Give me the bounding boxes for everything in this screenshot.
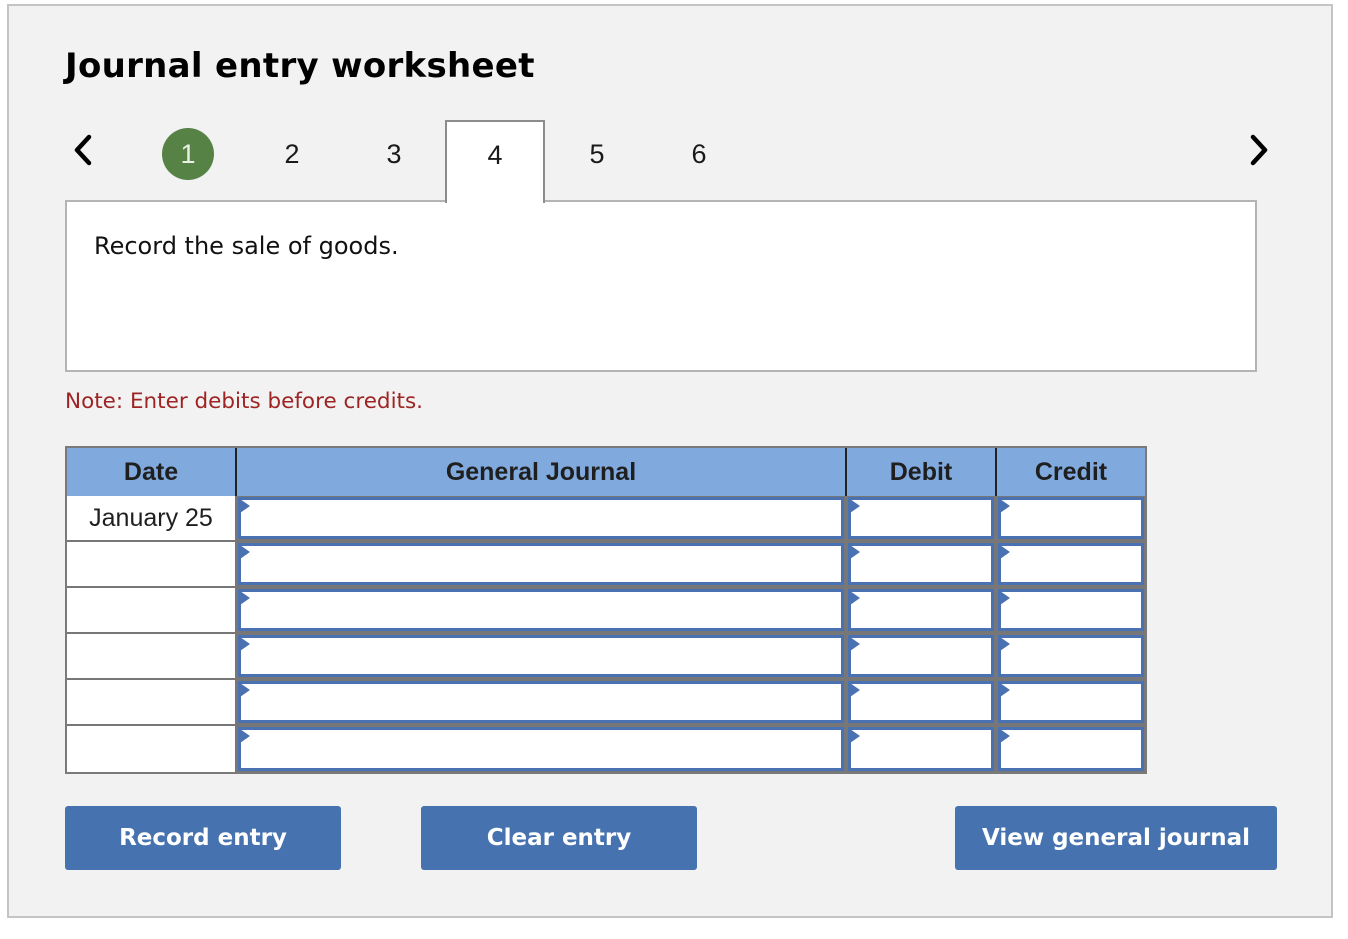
- account-select[interactable]: [238, 681, 844, 723]
- prompt-text: Record the sale of goods.: [94, 232, 399, 260]
- journal-row: [67, 542, 1145, 588]
- credit-input[interactable]: [998, 543, 1144, 585]
- column-header-debit: Debit: [847, 448, 997, 496]
- debit-cell: [847, 634, 997, 680]
- record-entry-button[interactable]: Record entry: [65, 806, 341, 870]
- journal-row: January 25: [67, 496, 1145, 542]
- date-cell: [67, 542, 237, 588]
- account-select[interactable]: [238, 727, 844, 771]
- column-header-date: Date: [67, 448, 237, 496]
- credit-input[interactable]: [998, 681, 1144, 723]
- credit-cell: [997, 726, 1145, 772]
- date-cell: January 25: [67, 496, 237, 542]
- account-select[interactable]: [238, 635, 844, 677]
- credit-input[interactable]: [998, 727, 1144, 771]
- date-cell: [67, 634, 237, 680]
- tab-label: 2: [284, 138, 300, 169]
- tab-label: 6: [691, 138, 707, 169]
- column-header-credit: Credit: [1034, 457, 1108, 486]
- debit-cell: [847, 542, 997, 588]
- journal-row: [67, 726, 1145, 772]
- tab-3[interactable]: 3: [344, 120, 444, 202]
- debit-cell: [847, 588, 997, 634]
- next-button[interactable]: [1244, 130, 1274, 170]
- tab-label: 4: [487, 140, 503, 170]
- view-general-journal-button[interactable]: View general journal: [955, 806, 1277, 870]
- credit-cell: [997, 496, 1145, 542]
- tab-2[interactable]: 2: [242, 120, 342, 202]
- column-header-general-journal: General Journal: [237, 448, 847, 496]
- tab-label: 5: [589, 138, 605, 169]
- chevron-right-icon: [1248, 133, 1270, 167]
- tab-5[interactable]: 5: [547, 120, 647, 202]
- journal-row: [67, 680, 1145, 726]
- journal-header-row: Date General Journal Debit Credit: [67, 448, 1145, 498]
- note-text: Note: Enter debits before credits.: [65, 389, 424, 414]
- tab-4[interactable]: 4: [445, 120, 545, 203]
- account-cell: [237, 542, 847, 588]
- debit-input[interactable]: [848, 497, 994, 539]
- prompt-box: Record the sale of goods.: [65, 200, 1257, 372]
- page-title: Journal entry worksheet: [65, 46, 535, 86]
- debit-input[interactable]: [848, 635, 994, 677]
- credit-input[interactable]: [998, 589, 1144, 631]
- credit-cell: [997, 634, 1145, 680]
- debit-cell: [847, 496, 997, 542]
- tab-6[interactable]: 6: [649, 120, 749, 202]
- account-select[interactable]: [238, 497, 844, 539]
- credit-cell: [997, 542, 1145, 588]
- tab-1[interactable]: 1: [138, 120, 238, 202]
- debit-input[interactable]: [848, 589, 994, 631]
- debit-input[interactable]: [848, 543, 994, 585]
- account-select[interactable]: [238, 589, 844, 631]
- date-cell: [67, 726, 237, 772]
- tab-label: 3: [386, 138, 402, 169]
- credit-input[interactable]: [998, 497, 1144, 539]
- credit-cell: [997, 680, 1145, 726]
- journal-row: [67, 588, 1145, 634]
- account-cell: [237, 680, 847, 726]
- debit-input[interactable]: [848, 681, 994, 723]
- credit-input[interactable]: [998, 635, 1144, 677]
- credit-cell: [997, 588, 1145, 634]
- chevron-left-icon: [72, 133, 94, 167]
- account-cell: [237, 496, 847, 542]
- account-cell: [237, 634, 847, 680]
- journal-row: [67, 634, 1145, 680]
- completed-step-badge: 1: [162, 128, 214, 180]
- account-cell: [237, 588, 847, 634]
- debit-input[interactable]: [848, 727, 994, 771]
- date-cell: [67, 588, 237, 634]
- clear-entry-button[interactable]: Clear entry: [421, 806, 697, 870]
- debit-cell: [847, 680, 997, 726]
- prev-button[interactable]: [68, 130, 98, 170]
- account-cell: [237, 726, 847, 772]
- debit-cell: [847, 726, 997, 772]
- account-select[interactable]: [238, 543, 844, 585]
- date-cell: [67, 680, 237, 726]
- journal-table: Date General Journal Debit Credit Januar…: [65, 446, 1147, 774]
